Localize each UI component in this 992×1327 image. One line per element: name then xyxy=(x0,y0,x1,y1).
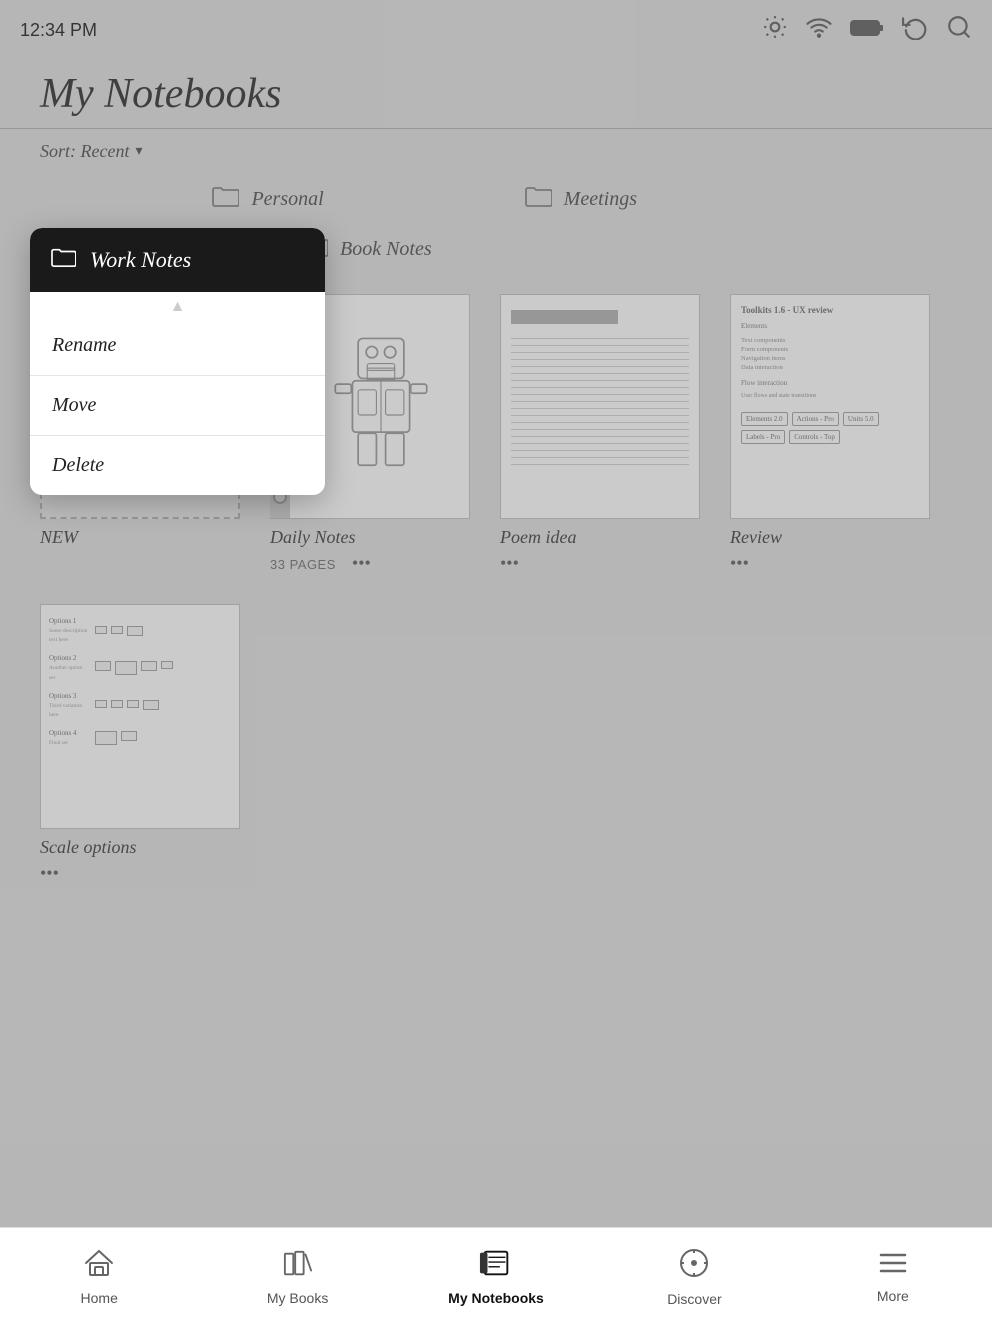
folders-row-1: 📁 Work Notes Personal Meetings xyxy=(0,174,992,234)
poem-lined-page xyxy=(501,295,699,518)
notebook-title-scale-options[interactable]: Scale options xyxy=(40,837,137,858)
my-books-icon xyxy=(283,1249,313,1285)
folder-label-meetings: Meetings xyxy=(564,188,637,211)
folder-icon xyxy=(524,184,552,214)
nav-item-more[interactable]: More xyxy=(794,1241,992,1314)
nav-label-more: More xyxy=(877,1288,909,1304)
notebook-meta-daily-notes: 33 PAGES xyxy=(270,557,336,572)
more-options-icon-scale-options[interactable]: ••• xyxy=(40,863,59,884)
sort-label[interactable]: Sort: Recent xyxy=(40,141,129,162)
home-icon xyxy=(84,1249,114,1285)
review-cover[interactable]: Toolkits 1.6 - UX review Elements Text c… xyxy=(730,294,930,519)
scale-thumbnail: Options 1Some description text here Opti… xyxy=(41,605,239,828)
nav-item-my-books[interactable]: My Books xyxy=(198,1239,396,1316)
battery-icon xyxy=(850,17,884,43)
notebook-item-scale-options[interactable]: Options 1Some description text here Opti… xyxy=(40,604,240,884)
notebook-title-new: NEW xyxy=(40,527,78,548)
notebook-title-daily-notes[interactable]: Daily Notes xyxy=(270,527,356,548)
folder-item-meetings[interactable]: Meetings xyxy=(524,184,637,214)
context-menu-move[interactable]: Move xyxy=(30,376,325,436)
review-thumbnail: Toolkits 1.6 - UX review Elements Text c… xyxy=(731,295,929,518)
folder-icon-white xyxy=(50,246,76,274)
context-menu-arrow: ▲ xyxy=(30,292,325,316)
brightness-icon xyxy=(762,14,788,46)
context-menu[interactable]: Work Notes ▲ Rename Move Delete xyxy=(30,228,325,495)
more-options-icon-review[interactable]: ••• xyxy=(730,553,749,574)
notebook-item-poem-idea[interactable]: Poem idea ••• xyxy=(500,294,700,574)
sync-icon[interactable] xyxy=(902,14,928,46)
context-menu-title: Work Notes xyxy=(90,247,191,273)
folder-item-personal[interactable]: Personal xyxy=(211,184,323,214)
status-time: 12:34 PM xyxy=(20,20,97,41)
status-bar: 12:34 PM xyxy=(0,0,992,60)
chevron-down-icon[interactable]: ▾ xyxy=(135,143,142,160)
notebook-title-review[interactable]: Review xyxy=(730,527,782,548)
my-notebooks-icon xyxy=(479,1249,513,1285)
context-menu-delete[interactable]: Delete xyxy=(30,436,325,495)
nav-label-my-books: My Books xyxy=(267,1290,328,1306)
nav-label-discover: Discover xyxy=(667,1291,721,1307)
more-icon xyxy=(878,1251,908,1283)
page-title: My Notebooks xyxy=(40,70,952,118)
nav-label-my-notebooks: My Notebooks xyxy=(448,1290,544,1306)
more-options-icon-daily-notes[interactable]: ••• xyxy=(352,553,371,574)
wifi-icon xyxy=(806,14,832,46)
nav-item-discover[interactable]: Discover xyxy=(595,1238,793,1317)
notebook-title-poem-idea[interactable]: Poem idea xyxy=(500,527,576,548)
status-icons xyxy=(762,14,972,46)
sort-bar[interactable]: Sort: Recent ▾ xyxy=(0,129,992,174)
nav-label-home: Home xyxy=(81,1290,118,1306)
folder-label-personal: Personal xyxy=(251,188,323,211)
discover-icon xyxy=(679,1248,709,1286)
scale-options-cover[interactable]: Options 1Some description text here Opti… xyxy=(40,604,240,829)
bottom-nav: Home My Books My Notebooks xyxy=(0,1227,992,1327)
nav-item-my-notebooks[interactable]: My Notebooks xyxy=(397,1239,595,1316)
search-icon[interactable] xyxy=(946,14,972,46)
poem-idea-cover[interactable] xyxy=(500,294,700,519)
notebook-item-review[interactable]: Toolkits 1.6 - UX review Elements Text c… xyxy=(730,294,930,574)
context-menu-header: Work Notes xyxy=(30,228,325,292)
more-options-icon-poem-idea[interactable]: ••• xyxy=(500,553,519,574)
page-title-area: My Notebooks xyxy=(0,60,992,129)
nav-item-home[interactable]: Home xyxy=(0,1239,198,1316)
folder-label-book-notes: Book Notes xyxy=(340,238,432,261)
folder-icon xyxy=(211,184,239,214)
context-menu-rename[interactable]: Rename xyxy=(30,316,325,376)
